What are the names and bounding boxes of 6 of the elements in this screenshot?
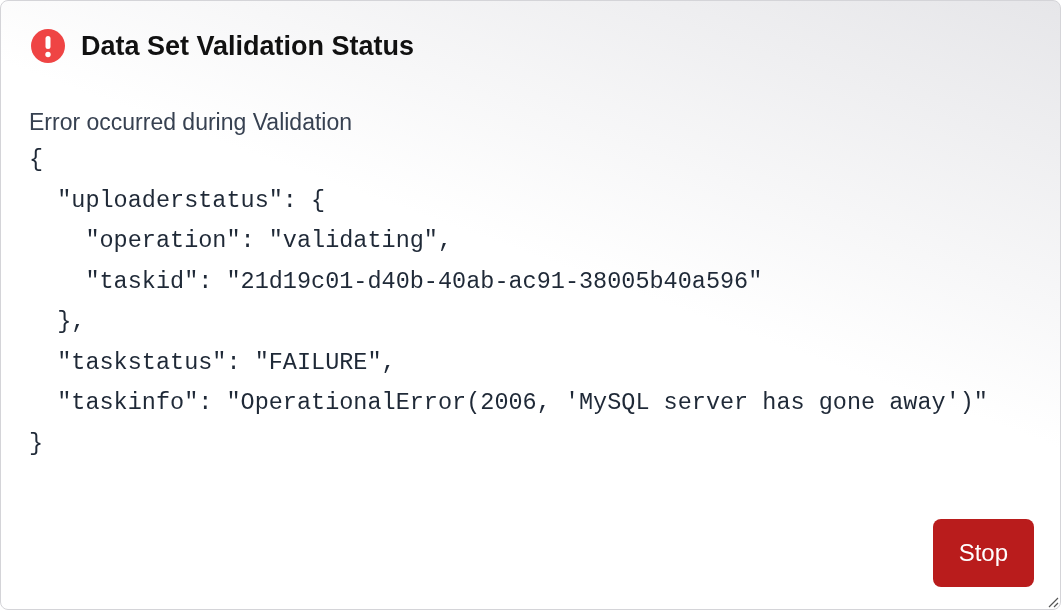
dialog-title: Data Set Validation Status (81, 30, 415, 62)
error-icon (31, 29, 65, 63)
resize-grip-icon[interactable] (1047, 596, 1059, 608)
error-details: { "uploaderstatus": { "operation": "validating", "taskid": "21d19c01-d40b-40ab-ac91-38005b40a596" }, "taskstatus": "FAILURE", "taskinfo": "OperationalError(2006, 'MySQL server has gone away')" } (29, 145, 989, 459)
stop-button[interactable]: Stop (932, 519, 1034, 587)
error-message: Error occurred during Validation (29, 109, 353, 136)
